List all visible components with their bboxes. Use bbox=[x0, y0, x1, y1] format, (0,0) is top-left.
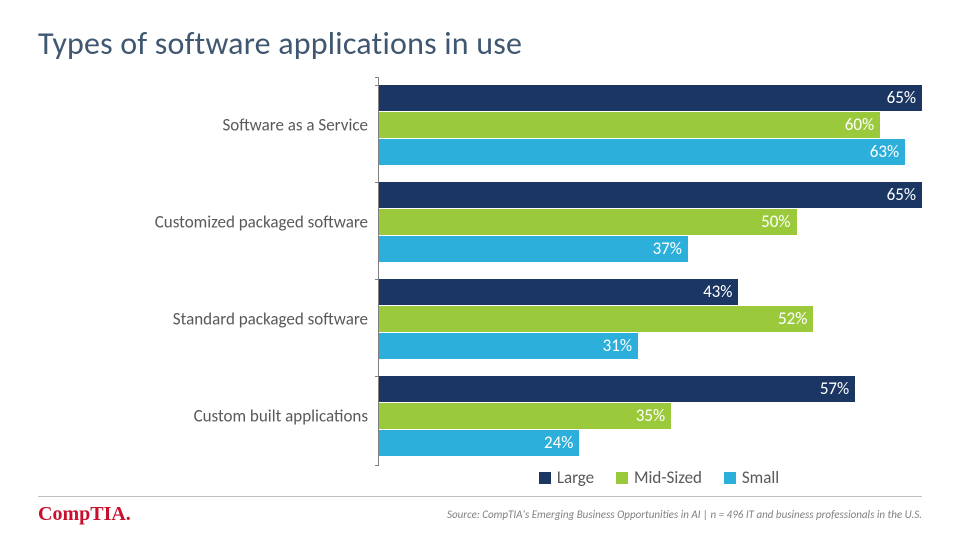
footer: CompTIA. Source: CompTIA's Emerging Busi… bbox=[38, 496, 922, 526]
logo: CompTIA. bbox=[38, 503, 131, 526]
bar-value: 65% bbox=[887, 85, 916, 111]
bar-large: 57% bbox=[379, 376, 855, 402]
legend-swatch-small bbox=[724, 472, 736, 484]
category-label: Software as a Service bbox=[48, 115, 368, 136]
category-axis: Software as a Service Customized package… bbox=[38, 77, 378, 465]
bar-value: 52% bbox=[778, 306, 807, 332]
bar-small: 37% bbox=[379, 236, 688, 262]
bar-small: 63% bbox=[379, 139, 905, 165]
bar-large: 43% bbox=[379, 279, 738, 305]
bar-value: 35% bbox=[636, 403, 665, 429]
bar-value: 60% bbox=[845, 112, 874, 138]
category-label: Customized packaged software bbox=[48, 212, 368, 233]
bar-value: 31% bbox=[603, 333, 632, 359]
bar-mid: 50% bbox=[379, 209, 797, 235]
category-label: Custom built applications bbox=[48, 406, 368, 427]
bar-value: 50% bbox=[761, 209, 790, 235]
legend-swatch-large bbox=[539, 472, 551, 484]
bar-large: 65% bbox=[379, 85, 922, 111]
bar-mid: 60% bbox=[379, 112, 880, 138]
bar-small: 24% bbox=[379, 430, 579, 456]
page-title: Types of software applications in use bbox=[38, 24, 922, 63]
plot-area: 65% 60% 63% 65% 50% 37% 43% 52% 31% bbox=[378, 77, 922, 465]
bar-value: 24% bbox=[544, 430, 573, 456]
bar-mid: 35% bbox=[379, 403, 671, 429]
category-label: Standard packaged software bbox=[48, 309, 368, 330]
legend-label-large: Large bbox=[557, 467, 594, 488]
source-text: Source: CompTIA's Emerging Business Oppo… bbox=[447, 508, 922, 521]
legend: Large Mid-Sized Small bbox=[378, 467, 922, 488]
bar-value: 63% bbox=[870, 139, 899, 165]
bar-value: 43% bbox=[703, 279, 732, 305]
bar-value: 37% bbox=[653, 236, 682, 262]
legend-label-small: Small bbox=[742, 467, 779, 488]
bar-large: 65% bbox=[379, 182, 922, 208]
legend-label-mid: Mid-Sized bbox=[634, 467, 702, 488]
bar-value: 57% bbox=[820, 376, 849, 402]
chart: Software as a Service Customized package… bbox=[38, 77, 922, 487]
slide: Types of software applications in use So… bbox=[0, 0, 960, 540]
divider bbox=[38, 496, 922, 497]
bar-small: 31% bbox=[379, 333, 638, 359]
bar-value: 65% bbox=[887, 182, 916, 208]
legend-swatch-mid bbox=[616, 472, 628, 484]
bar-mid: 52% bbox=[379, 306, 813, 332]
